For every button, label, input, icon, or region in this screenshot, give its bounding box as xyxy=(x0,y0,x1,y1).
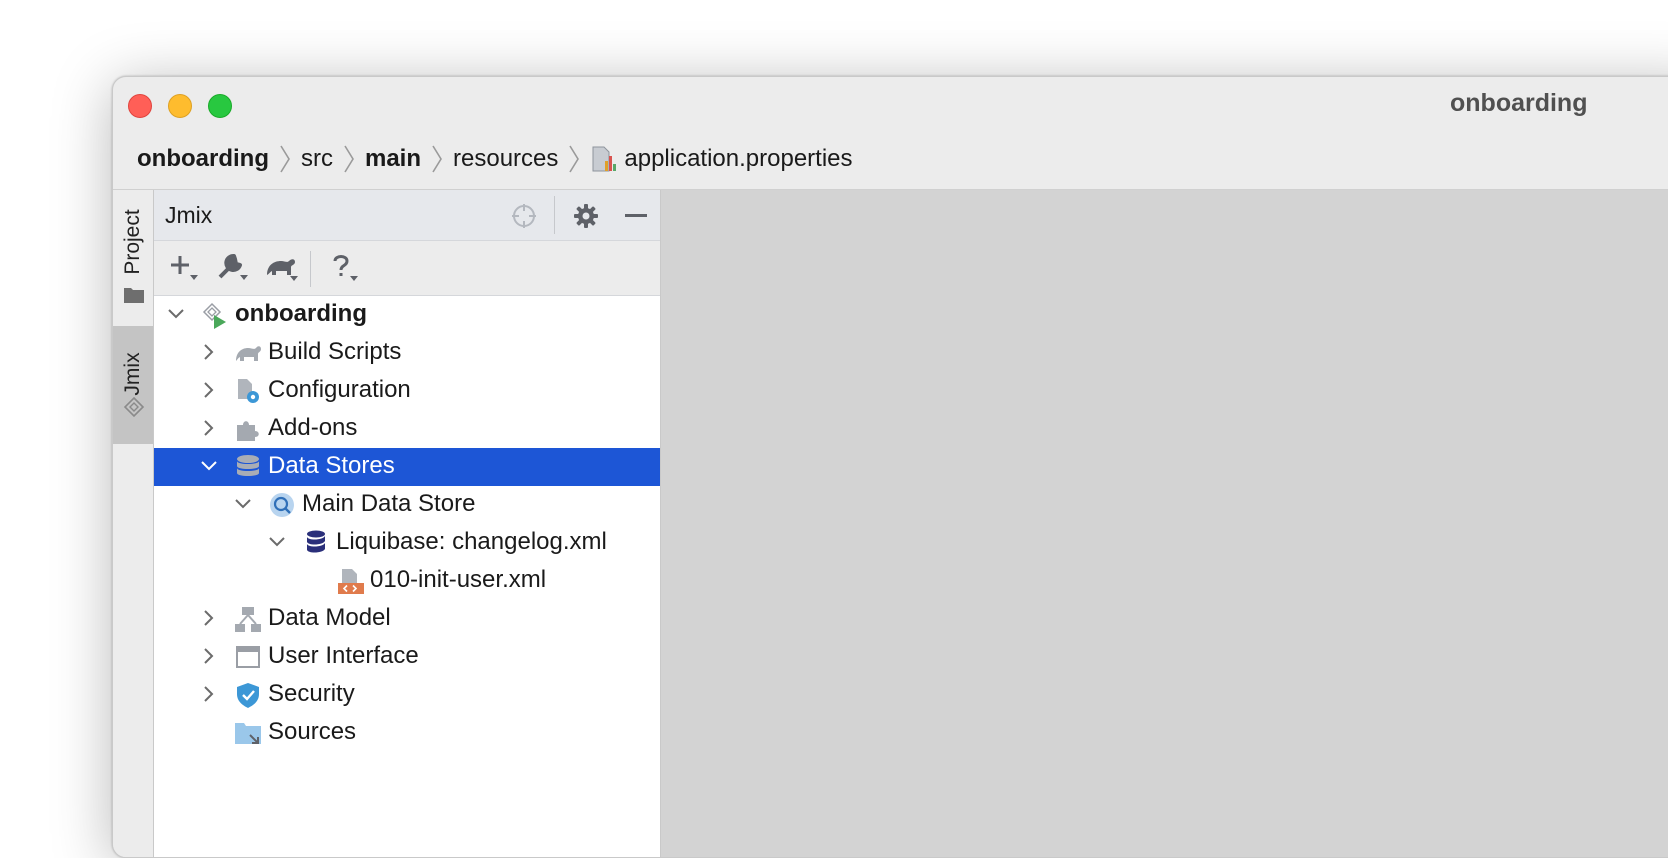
database-icon xyxy=(237,455,259,476)
chevron-down-icon[interactable] xyxy=(267,532,287,552)
tab-jmix[interactable]: Jmix xyxy=(113,326,153,444)
window-title: onboarding xyxy=(1450,89,1588,117)
tree-item-label: Configuration xyxy=(268,376,411,403)
window-icon xyxy=(236,646,260,668)
shield-icon xyxy=(237,683,259,708)
xml-file-icon xyxy=(338,569,364,594)
breadcrumb-item-onboarding[interactable]: onboarding xyxy=(137,145,269,173)
tree-item-label: Sources xyxy=(268,718,357,745)
breadcrumb-item-main[interactable]: main xyxy=(365,145,421,173)
chevron-down-icon[interactable] xyxy=(233,494,253,514)
tree-item-security[interactable]: Security xyxy=(154,676,660,714)
breadcrumb-item-src[interactable]: src xyxy=(301,145,333,173)
tree-item-init-user-xml[interactable]: 010-init-user.xml xyxy=(154,562,660,600)
chevron-right-icon[interactable] xyxy=(199,342,219,362)
tree-item-label: 010-init-user.xml xyxy=(370,566,547,593)
tree-item-label: Build Scripts xyxy=(268,338,402,365)
chevron-right-icon[interactable] xyxy=(199,684,219,704)
jmix-icon xyxy=(123,396,145,423)
chevron-right-icon[interactable] xyxy=(199,418,219,438)
ide-content: Project Jmix Jmix onboarding Build Scrip… xyxy=(113,189,1668,857)
tree-item-add-ons[interactable]: Add-ons xyxy=(154,410,660,448)
tree-item-label: Security xyxy=(268,680,355,707)
breadcrumb: onboarding src main resources applicatio… xyxy=(113,133,1668,185)
tool-window-strip: Project Jmix xyxy=(113,190,154,857)
locate-icon[interactable] xyxy=(510,202,538,235)
header-divider xyxy=(554,196,555,234)
tree-item-label: Main Data Store xyxy=(302,490,476,517)
breadcrumb-item-file[interactable]: application.properties xyxy=(590,144,853,174)
chevron-down-icon[interactable] xyxy=(199,456,219,476)
tree-item-configuration[interactable]: Configuration xyxy=(154,372,660,410)
tree-item-main-data-store[interactable]: Main Data Store xyxy=(154,486,660,524)
toolbar-divider xyxy=(310,251,311,287)
gradle-icon xyxy=(236,346,261,361)
help-icon[interactable] xyxy=(330,253,362,288)
chevron-down-icon[interactable] xyxy=(166,304,186,324)
chevron-right-icon[interactable] xyxy=(199,646,219,666)
tree-item-label: Liquibase: changelog.xml xyxy=(336,528,607,555)
breadcrumb-file-label: application.properties xyxy=(624,145,853,172)
source-folder-icon xyxy=(235,723,261,744)
tree-item-liquibase-changelog[interactable]: Liquibase: changelog.xml xyxy=(154,524,660,562)
panel-title: Jmix xyxy=(165,202,213,228)
tab-project[interactable]: Project xyxy=(113,190,153,316)
tree-item-user-interface[interactable]: User Interface xyxy=(154,638,660,676)
breadcrumb-separator-icon xyxy=(279,144,291,174)
tree-item-data-stores[interactable]: Data Stores xyxy=(154,448,660,486)
minimize-icon[interactable] xyxy=(622,202,650,235)
gear-icon[interactable] xyxy=(572,202,600,235)
properties-file-icon xyxy=(590,144,618,174)
tab-project-label: Project xyxy=(121,209,144,275)
hierarchy-icon xyxy=(235,607,261,632)
breadcrumb-separator-icon xyxy=(568,144,580,174)
datastore-icon xyxy=(270,493,294,517)
gradle-icon[interactable] xyxy=(264,253,300,288)
tree-item-label: Data Model xyxy=(268,604,391,631)
ide-window: onboarding onboarding src main resources… xyxy=(112,76,1668,858)
breadcrumb-separator-icon xyxy=(343,144,355,174)
panel-header: Jmix xyxy=(154,190,660,241)
tree-item-label: User Interface xyxy=(268,642,419,669)
tree-item-label: Data Stores xyxy=(268,452,395,479)
puzzle-icon xyxy=(237,421,259,441)
liquibase-icon xyxy=(307,530,325,553)
zoom-window-button[interactable] xyxy=(208,94,232,118)
chevron-right-icon[interactable] xyxy=(199,380,219,400)
jmix-project-icon xyxy=(202,302,226,329)
config-icon xyxy=(238,379,259,403)
breadcrumb-item-resources[interactable]: resources xyxy=(453,145,558,173)
tree-item-label: onboarding xyxy=(235,300,367,327)
title-bar: onboarding xyxy=(113,77,1668,133)
chevron-right-icon[interactable] xyxy=(199,608,219,628)
tree-item-build-scripts[interactable]: Build Scripts xyxy=(154,334,660,372)
close-window-button[interactable] xyxy=(128,94,152,118)
editor-area[interactable] xyxy=(660,190,1668,857)
jmix-panel: Jmix onboarding Build Scripts Configurat… xyxy=(154,190,660,857)
add-icon[interactable] xyxy=(170,253,202,288)
tree-item-label: Add-ons xyxy=(268,414,358,441)
breadcrumb-separator-icon xyxy=(431,144,443,174)
tree-item-onboarding[interactable]: onboarding xyxy=(154,296,660,334)
folder-icon xyxy=(123,286,145,309)
panel-toolbar xyxy=(154,241,660,296)
tree-item-data-model[interactable]: Data Model xyxy=(154,600,660,638)
wrench-icon[interactable] xyxy=(216,253,250,288)
tree-item-sources[interactable]: Sources xyxy=(154,714,660,752)
tab-jmix-label: Jmix xyxy=(121,352,144,396)
minimize-window-button[interactable] xyxy=(168,94,192,118)
